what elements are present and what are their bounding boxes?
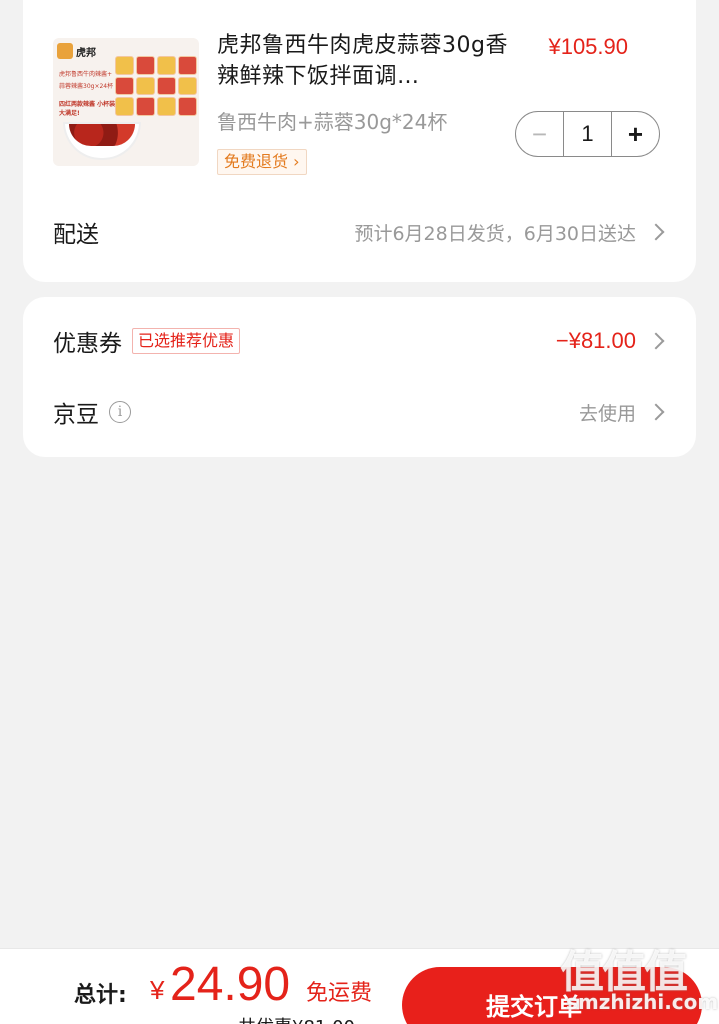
cup (136, 97, 155, 116)
cup (157, 76, 176, 96)
product-cups-image (115, 56, 197, 116)
brand-name: 虎邦 (76, 47, 96, 59)
product-title[interactable]: 虎邦鲁西牛肉虎皮蒜蓉30g香辣鲜辣下饭拌面调… (217, 30, 509, 92)
cup (178, 97, 197, 116)
discount-card: 优惠券 已选推荐优惠 −¥81.00 京豆 i 去使用 (23, 297, 696, 457)
product-spec: 鲁西牛肉+蒜蓉30g*24杯 (217, 110, 448, 134)
total-currency: ¥ (150, 975, 165, 1005)
thumb-text-1: 虎邦鲁西牛肉辣酱+ (59, 71, 113, 78)
delivery-row[interactable]: 配送 预计6月28日发货，6月30日送达 (53, 212, 665, 252)
cup (178, 56, 197, 75)
total-saved: 共优惠¥81.00 (238, 1013, 355, 1024)
checkout-bar: 总计: ¥ 24.90 免运费 共优惠¥81.00 提交订单 (0, 948, 719, 1024)
coupon-row[interactable]: 优惠券 已选推荐优惠 −¥81.00 (53, 321, 665, 361)
jd-bean-label: 京豆 (53, 402, 99, 428)
sauce-bowl-image (63, 122, 141, 160)
thumb-text-2: 蒜蓉辣酱30g×24杯 (59, 83, 114, 90)
cup (157, 97, 176, 116)
submit-order-button[interactable]: 提交订单 (402, 967, 702, 1024)
thumb-text-3: 四红两款辣酱 小杯装 大满足! (59, 101, 116, 117)
product-thumbnail[interactable]: 虎邦 虎邦鲁西牛肉辣酱+ 蒜蓉辣酱30g×24杯 四红两款辣酱 小杯装 大满足! (53, 38, 199, 166)
free-return-badge[interactable]: 免费退货 › (217, 149, 307, 175)
jd-bean-use-link: 去使用 (578, 402, 636, 425)
cup (115, 56, 134, 75)
quantity-input[interactable]: 1 (564, 112, 611, 156)
delivery-label: 配送 (53, 222, 99, 248)
plus-icon[interactable]: + (611, 112, 659, 156)
cup (115, 76, 134, 96)
jd-bean-row[interactable]: 京豆 i 去使用 (53, 392, 665, 432)
cup (136, 56, 155, 75)
total-amount: 24.90 (170, 958, 291, 1011)
tiger-logo-icon (57, 43, 73, 59)
chevron-right-icon (647, 332, 665, 350)
total-label: 总计: (74, 983, 127, 1008)
cup (157, 56, 176, 75)
cup (178, 76, 197, 96)
delivery-estimate: 预计6月28日发货，6月30日送达 (354, 222, 636, 245)
brand-logo: 虎邦 (57, 42, 117, 60)
cup (115, 97, 134, 116)
coupon-label: 优惠券 (53, 331, 122, 357)
product-card: 虎邦 虎邦鲁西牛肉辣酱+ 蒜蓉辣酱30g×24杯 四红两款辣酱 小杯装 大满足!… (23, 0, 696, 282)
order-confirm-page: 虎邦 虎邦鲁西牛肉辣酱+ 蒜蓉辣酱30g×24杯 四红两款辣酱 小杯装 大满足!… (0, 0, 719, 1024)
recommended-coupon-tag: 已选推荐优惠 (132, 328, 241, 354)
quantity-stepper: − 1 + (515, 111, 660, 157)
info-icon[interactable]: i (109, 401, 131, 423)
product-price: ¥105.90 (548, 34, 628, 59)
chevron-right-icon (647, 223, 665, 241)
coupon-discount-value: −¥81.00 (555, 328, 636, 353)
free-shipping-label: 免运费 (306, 981, 373, 1006)
minus-icon[interactable]: − (516, 112, 564, 156)
chevron-right-icon (647, 403, 665, 421)
cup (136, 76, 155, 96)
